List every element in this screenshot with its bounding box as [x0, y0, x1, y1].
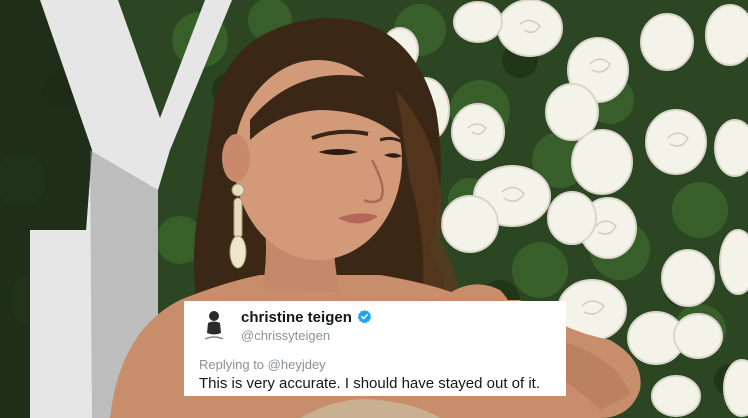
profile-avatar[interactable]: [203, 309, 225, 341]
reply-to-handle[interactable]: @heyjdey: [268, 357, 326, 372]
reply-context: Replying to @heyjdey: [199, 357, 326, 372]
tweet-author-name[interactable]: christine teigen: [241, 309, 372, 326]
photo-scene: christine teigen @chrissyteigen Replying…: [0, 0, 748, 418]
author-name-text[interactable]: christine teigen: [241, 309, 352, 326]
reply-prefix: Replying to: [199, 357, 265, 372]
embedded-tweet-card[interactable]: christine teigen @chrissyteigen Replying…: [184, 301, 566, 396]
tweet-author-handle[interactable]: @chrissyteigen: [241, 328, 330, 343]
tweet-body-text: This is very accurate. I should have sta…: [199, 375, 541, 392]
verified-badge-icon: [357, 309, 372, 324]
